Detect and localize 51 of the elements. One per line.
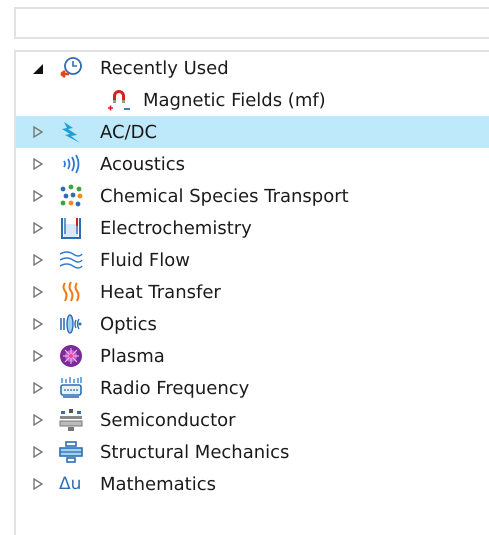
expand-arrow-icon[interactable]	[32, 285, 44, 299]
tree-item[interactable]: Optics	[16, 308, 489, 340]
tree-item[interactable]: Semiconductor	[16, 404, 489, 436]
expand-arrow-icon[interactable]	[32, 221, 44, 235]
item-label: Chemical Species Transport	[100, 186, 349, 206]
tree-item[interactable]: Structural Mechanics	[16, 436, 489, 468]
item-label: Fluid Flow	[100, 250, 190, 270]
antenna-icon	[59, 376, 83, 400]
expand-arrow-icon[interactable]	[32, 317, 44, 331]
tree-item[interactable]: Electrochemistry	[16, 212, 489, 244]
item-label: Semiconductor	[100, 410, 236, 430]
expand-arrow-icon[interactable]	[32, 413, 44, 427]
item-label: AC/DC	[100, 122, 158, 142]
transistor-icon	[59, 408, 83, 432]
tree-item[interactable]: Fluid Flow	[16, 244, 489, 276]
tree-item[interactable]: Recently Used	[16, 52, 489, 84]
item-label: Recently Used	[100, 58, 229, 78]
item-label: Acoustics	[100, 154, 186, 174]
math-symbol-icon: Δu	[59, 472, 83, 496]
expand-arrow-icon[interactable]	[32, 349, 44, 363]
magnet-icon	[107, 88, 131, 112]
expand-arrow-icon[interactable]	[32, 445, 44, 459]
tree-item[interactable]: Chemical Species Transport	[16, 180, 489, 212]
item-label: Mathematics	[100, 474, 216, 494]
plasma-ball-icon	[59, 344, 83, 368]
item-label: Radio Frequency	[100, 378, 250, 398]
clock-icon	[59, 56, 83, 80]
tree-item[interactable]: Acoustics	[16, 148, 489, 180]
tree-item[interactable]: Plasma	[16, 340, 489, 372]
item-label: Electrochemistry	[100, 218, 252, 238]
expand-arrow-icon[interactable]	[32, 157, 44, 171]
tree-item[interactable]: Magnetic Fields (mf)	[16, 84, 489, 116]
beaker-icon	[59, 216, 83, 240]
lens-icon	[59, 312, 83, 336]
expand-arrow-icon[interactable]	[32, 477, 44, 491]
selected-tree-item[interactable]: AC/DC	[16, 116, 489, 148]
item-label: Plasma	[100, 346, 165, 366]
expand-arrow-icon[interactable]	[32, 189, 44, 203]
beam-icon	[59, 440, 83, 464]
item-label: Optics	[100, 314, 157, 334]
expand-arrow-icon[interactable]	[32, 125, 44, 139]
expand-arrow-icon[interactable]	[32, 253, 44, 267]
expand-arrow-icon[interactable]	[32, 381, 44, 395]
tree-item[interactable]: Δu Mathematics	[16, 468, 489, 500]
item-label: Magnetic Fields (mf)	[143, 90, 326, 110]
tree-item[interactable]: Heat Transfer	[16, 276, 489, 308]
search-field[interactable]	[14, 7, 489, 39]
item-label: Structural Mechanics	[100, 442, 290, 462]
item-label: Heat Transfer	[100, 282, 221, 302]
dots-icon	[59, 184, 83, 208]
tree-item[interactable]: Radio Frequency	[16, 372, 489, 404]
